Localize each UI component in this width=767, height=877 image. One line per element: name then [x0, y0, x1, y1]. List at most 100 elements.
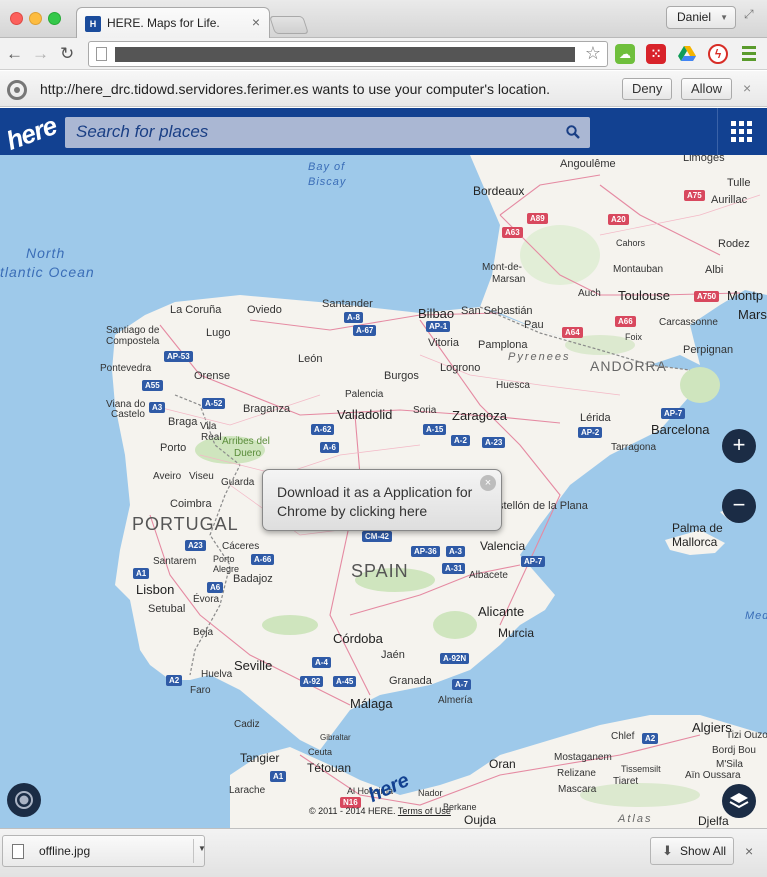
terms-of-use-link[interactable]: Terms of Use	[398, 806, 451, 816]
city-label: Beja	[193, 627, 214, 638]
park-label: Duero	[234, 448, 262, 459]
city-label: Compostela	[106, 336, 160, 347]
download-item[interactable]: offline.jpg ▼	[2, 835, 206, 867]
city-label: Valencia	[480, 539, 526, 553]
city-label: M'Sila	[716, 759, 743, 770]
road-shield: A66	[615, 316, 636, 327]
file-icon	[12, 844, 24, 859]
city-label: Lisbon	[136, 582, 175, 597]
city-label: Barcelona	[651, 422, 710, 437]
deny-button[interactable]: Deny	[622, 78, 673, 100]
city-label: Cahors	[616, 238, 646, 248]
city-label: Setubal	[148, 603, 186, 615]
city-label: Mascara	[558, 784, 597, 795]
city-label: Larache	[229, 785, 266, 796]
city-label: Alicante	[478, 604, 525, 619]
road-shield: A-6	[320, 442, 339, 453]
locate-me-button[interactable]	[7, 783, 41, 817]
city-label: Pau	[524, 319, 544, 331]
allow-button[interactable]: Allow	[681, 78, 733, 100]
browser-tab[interactable]: H HERE. Maps for Life. ×	[76, 7, 270, 38]
country-label: SPAIN	[351, 561, 409, 581]
road-shield: A3	[149, 402, 166, 413]
city-label: Ceuta	[308, 747, 333, 757]
road-shield: A750	[694, 291, 720, 302]
city-label: Nador	[418, 788, 443, 798]
chrome-menu-icon[interactable]	[742, 46, 756, 64]
sea-label: Biscay	[308, 176, 347, 188]
flash-icon[interactable]: ϟ	[708, 44, 728, 64]
city-label: Montp	[727, 288, 764, 303]
sea-label: Bay of	[308, 161, 346, 173]
road-shield: A-4	[312, 657, 331, 668]
zoom-in-button[interactable]: +	[722, 429, 756, 463]
close-window-button[interactable]	[10, 12, 23, 25]
road-shield: AP-7	[661, 408, 686, 419]
grid-apps-icon[interactable]: ⁙	[646, 44, 666, 64]
map-canvas[interactable]: North tlantic Ocean Bay of Biscay Med Py…	[0, 155, 767, 828]
geolocation-infobar: http://here_drc.tidowd.servidores.ferime…	[0, 71, 767, 107]
city-label: Almería	[438, 695, 473, 706]
infobar-close-icon[interactable]: ×	[743, 80, 751, 96]
profile-button[interactable]: Daniel ▼	[666, 6, 736, 29]
park-label: Arribes del	[222, 436, 270, 447]
city-label: Córdoba	[333, 631, 383, 646]
tooltip-close-icon[interactable]: ×	[480, 475, 496, 491]
mountain-range-label: Pyrenees	[508, 351, 571, 363]
search-icon[interactable]	[566, 125, 580, 139]
city-label: Bordj Bou	[712, 745, 756, 756]
search-placeholder: Search for places	[76, 122, 209, 141]
road-shield: A-45	[333, 676, 357, 687]
address-bar[interactable]: ☆	[88, 41, 608, 67]
here-logo[interactable]: here	[2, 110, 60, 157]
road-shield: A89	[527, 213, 548, 224]
road-shield: A20	[608, 214, 629, 225]
chevron-down-icon[interactable]: ▼	[198, 844, 206, 853]
road-shield: A1	[133, 568, 150, 579]
zoom-out-button[interactable]: −	[722, 489, 756, 523]
reload-icon[interactable]: ↻	[60, 44, 74, 64]
city-label: Aurillac	[711, 194, 748, 206]
new-tab-button[interactable]	[269, 16, 309, 34]
forward-arrow-icon[interactable]: →	[32, 44, 49, 64]
install-app-tooltip[interactable]: Download it as a Application for Chrome …	[262, 469, 502, 531]
road-shield: AP-53	[164, 351, 193, 362]
apps-grid-icon[interactable]	[731, 121, 752, 142]
back-arrow-icon[interactable]: ←	[6, 44, 23, 64]
zoom-window-button[interactable]	[48, 12, 61, 25]
city-label: Burgos	[384, 370, 419, 382]
search-input[interactable]: Search for places	[65, 117, 590, 148]
city-label: Santarem	[153, 556, 197, 567]
fullscreen-icon[interactable]: ⤢	[744, 7, 754, 22]
tab-close-icon[interactable]: ×	[252, 14, 260, 30]
city-label: Foix	[625, 332, 643, 342]
road-shield: A75	[684, 190, 705, 201]
city-label: Tissemsilt	[621, 764, 661, 774]
google-drive-icon[interactable]	[677, 44, 697, 64]
show-all-label: Show All	[680, 844, 727, 858]
city-label: Rodez	[718, 238, 750, 250]
city-label: Tétouan	[307, 761, 352, 775]
city-label: Oviedo	[247, 304, 282, 316]
download-file-name[interactable]: offline.jpg	[39, 844, 90, 858]
map-layers-button[interactable]	[722, 784, 756, 818]
bookmark-star-icon[interactable]: ☆	[585, 43, 601, 64]
city-label: Limoges	[683, 155, 725, 164]
tooltip-text[interactable]: Download it as a Application for Chrome …	[277, 483, 477, 521]
show-all-downloads-button[interactable]: ⬇ Show All	[650, 837, 734, 865]
city-label: Relizane	[557, 768, 596, 779]
city-label: Chlef	[611, 731, 635, 742]
city-label: Porto	[160, 442, 187, 454]
city-label: Vitoria	[428, 337, 459, 349]
download-shelf: offline.jpg ▼ ⬇ Show All ×	[0, 828, 767, 877]
map-copyright: © 2011 - 2014 HERE. Terms of Use	[309, 806, 451, 816]
road-shield: A-15	[423, 424, 447, 435]
minimize-window-button[interactable]	[29, 12, 42, 25]
shelf-close-icon[interactable]: ×	[745, 843, 753, 859]
city-label: Granada	[389, 675, 432, 687]
road-shield: A64	[562, 327, 583, 338]
city-label: Lérida	[580, 412, 611, 424]
layers-icon	[729, 793, 749, 809]
city-label: Santiago de	[106, 325, 160, 336]
green-cloud-icon[interactable]: ☁	[615, 44, 635, 64]
